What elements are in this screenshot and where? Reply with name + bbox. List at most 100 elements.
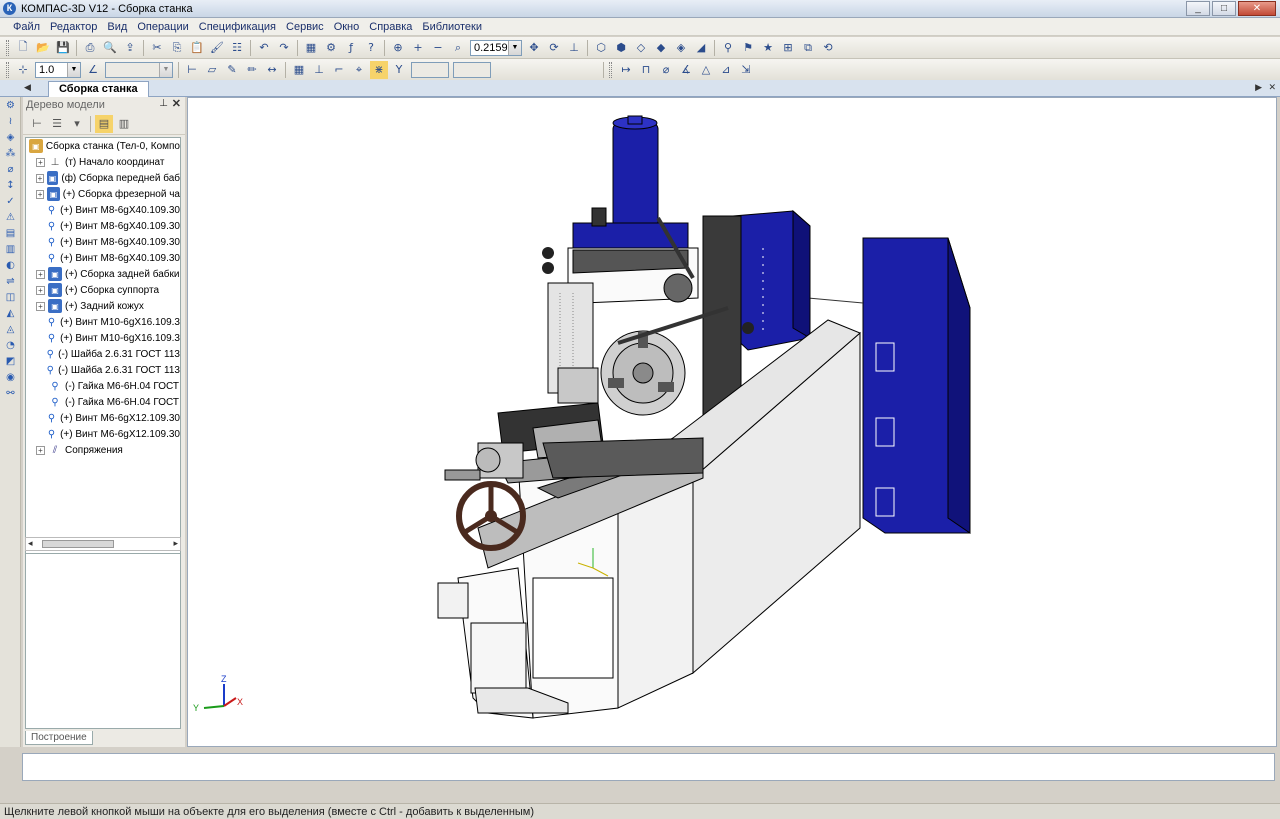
hidden-thin-icon[interactable]: ◇ bbox=[632, 39, 650, 57]
spec-icon[interactable]: ▤ bbox=[2, 226, 19, 241]
measure-diameter-icon[interactable]: ⌀ bbox=[657, 61, 675, 79]
orientation-icon[interactable]: ⊥ bbox=[565, 39, 583, 57]
expand-icon[interactable]: + bbox=[36, 173, 44, 183]
arrays-icon[interactable]: ⁂ bbox=[2, 146, 19, 161]
scroll-right-icon[interactable]: ▸ bbox=[173, 538, 178, 549]
chevron-down-icon[interactable]: ▼ bbox=[67, 62, 80, 77]
library-manager-icon[interactable]: ⚙ bbox=[322, 39, 340, 57]
measure-length-icon[interactable]: ⊓ bbox=[637, 61, 655, 79]
cut-operations-icon[interactable]: ◬ bbox=[2, 322, 19, 337]
check-collision-icon[interactable]: ⇲ bbox=[737, 61, 755, 79]
designations-icon[interactable]: ✓ bbox=[2, 194, 19, 209]
menu-specification[interactable]: Спецификация bbox=[194, 21, 281, 33]
grid-icon[interactable]: ▦ bbox=[290, 61, 308, 79]
zoom-scale-icon[interactable]: ⌕ bbox=[449, 39, 467, 57]
zoom-combo[interactable]: 0.2159 ▼ bbox=[470, 39, 522, 56]
tab-assembly[interactable]: Сборка станка bbox=[48, 81, 149, 97]
expand-icon[interactable]: + bbox=[36, 189, 45, 199]
toolbar-grip[interactable] bbox=[609, 61, 612, 78]
tree-item[interactable]: ⚲ (-) Гайка М6-6Н.04 ГОСТ bbox=[26, 378, 180, 394]
x-coordinate-field[interactable] bbox=[411, 61, 449, 78]
dimension-icon[interactable]: ↔ bbox=[263, 61, 281, 79]
fillet-icon[interactable]: ◔ bbox=[2, 338, 19, 353]
sheet-metal-icon[interactable]: ◫ bbox=[2, 290, 19, 305]
spatial-curves-icon[interactable]: ≀ bbox=[2, 114, 19, 129]
redo-icon[interactable]: ↷ bbox=[275, 39, 293, 57]
tree-item[interactable]: ⚲ (-) Шайба 2.6.31 ГОСТ 113 bbox=[26, 362, 180, 378]
tree-item[interactable]: + ▣ (+) Сборка суппорта bbox=[26, 282, 180, 298]
mates-icon[interactable]: ⇌ bbox=[2, 274, 19, 289]
tree-item[interactable]: + ▣ (+) Сборка задней бабки bbox=[26, 266, 180, 282]
minimize-button[interactable]: _ bbox=[1186, 1, 1210, 16]
toolbar-grip[interactable] bbox=[6, 39, 9, 56]
pan-icon[interactable]: ✥ bbox=[525, 39, 543, 57]
local-cs-icon[interactable]: ⊢ bbox=[183, 61, 201, 79]
edit-assembly-icon[interactable]: ⚙ bbox=[2, 98, 19, 113]
expand-icon[interactable]: + bbox=[36, 269, 45, 279]
chamfer-icon[interactable]: ◩ bbox=[2, 354, 19, 369]
menu-help[interactable]: Справка bbox=[364, 21, 417, 33]
expand-icon[interactable]: + bbox=[36, 285, 45, 295]
model-tree[interactable]: ▣ Сборка станка (Тел-0, Компо + ⊥ (т) Начало… bbox=[25, 137, 181, 557]
tabs-right-arrow-icon[interactable]: ▶ bbox=[1255, 82, 1262, 93]
tree-item[interactable]: ⚲ (-) Шайба 2.6.31 ГОСТ 113 bbox=[26, 346, 180, 362]
zoom-out-icon[interactable]: − bbox=[429, 39, 447, 57]
tree-item[interactable]: ⚲ (-) Гайка М6-6Н.04 ГОСТ bbox=[26, 394, 180, 410]
tree-horizontal-scrollbar[interactable]: ◂ ▸ bbox=[25, 537, 181, 551]
chevron-down-icon[interactable]: ▼ bbox=[508, 40, 521, 55]
pin-icon[interactable]: ⊥ bbox=[159, 98, 168, 109]
shaded-icon[interactable]: ◆ bbox=[652, 39, 670, 57]
tree-item[interactable]: ⚲ (+) Винт М6-6gX12.109.30 bbox=[26, 410, 180, 426]
properties-icon[interactable]: ☷ bbox=[228, 39, 246, 57]
tree-item[interactable]: + ▣ (+) Сборка фрезерной ча bbox=[26, 186, 180, 202]
tree-item[interactable]: ⚲ (+) Винт М10-6gX16.109.3 bbox=[26, 330, 180, 346]
cut-icon[interactable]: ✂ bbox=[148, 39, 166, 57]
edit-icon[interactable]: ✎ bbox=[223, 61, 241, 79]
step-icon[interactable]: ⊹ bbox=[14, 61, 32, 79]
expand-icon[interactable]: + bbox=[36, 157, 45, 167]
scroll-thumb[interactable] bbox=[42, 540, 114, 548]
shaded-edges-icon[interactable]: ◈ bbox=[672, 39, 690, 57]
highlight-icon[interactable]: ★ bbox=[759, 39, 777, 57]
tree-item[interactable]: ⚲ (+) Винт М8-6gX40.109.30 bbox=[26, 250, 180, 266]
axis-icon[interactable]: ⊥ bbox=[310, 61, 328, 79]
y-coordinate-field[interactable] bbox=[453, 61, 491, 78]
tree-item[interactable]: + ⊥ (т) Начало координат bbox=[26, 154, 180, 170]
scroll-left-icon[interactable]: ◂ bbox=[28, 538, 33, 549]
tree-item[interactable]: ⚲ (+) Винт М8-6gX40.109.30 bbox=[26, 218, 180, 234]
measure-distance-icon[interactable]: ↦ bbox=[617, 61, 635, 79]
format-painter-icon[interactable]: 🖌 bbox=[208, 39, 226, 57]
library-icon[interactable]: ⊞ bbox=[779, 39, 797, 57]
measure-area-icon[interactable]: △ bbox=[697, 61, 715, 79]
tabs-close-icon[interactable]: ✕ bbox=[1268, 82, 1276, 93]
section-icon[interactable]: ◭ bbox=[2, 306, 19, 321]
zoom-in-icon[interactable]: + bbox=[409, 39, 427, 57]
sketch-icon[interactable]: ✏ bbox=[243, 61, 261, 79]
menu-operations[interactable]: Операции bbox=[132, 21, 193, 33]
menu-libraries[interactable]: Библиотеки bbox=[417, 21, 487, 33]
tree-item[interactable]: ▣ Сборка станка (Тел-0, Компо bbox=[26, 138, 180, 154]
plane-icon[interactable]: ▱ bbox=[203, 61, 221, 79]
undo-icon[interactable]: ↶ bbox=[255, 39, 273, 57]
elements-icon[interactable]: ◐ bbox=[2, 258, 19, 273]
expand-icon[interactable]: + bbox=[36, 301, 45, 311]
chevron-down-icon[interactable]: ▼ bbox=[159, 62, 172, 77]
snap-point-icon[interactable]: ⌖ bbox=[350, 61, 368, 79]
snap-icon[interactable]: ⚑ bbox=[739, 39, 757, 57]
print-preview-icon[interactable]: 🔍 bbox=[101, 39, 119, 57]
close-button[interactable]: ✕ bbox=[1238, 1, 1276, 16]
menu-editor[interactable]: Редактор bbox=[45, 21, 102, 33]
expand-icon[interactable]: + bbox=[36, 445, 45, 455]
copy-icon[interactable]: ⎘ bbox=[168, 39, 186, 57]
coordinates-icon[interactable]: Y bbox=[390, 61, 408, 79]
export-icon[interactable]: ⇪ bbox=[121, 39, 139, 57]
tree-options-icon[interactable]: ▾ bbox=[68, 115, 86, 133]
tab-construction[interactable]: Построение bbox=[25, 731, 93, 745]
tree-list-icon[interactable]: ▥ bbox=[115, 115, 133, 133]
new-document-icon[interactable]: 🗋 bbox=[14, 39, 32, 57]
refresh-icon[interactable]: ⟲ bbox=[819, 39, 837, 57]
menu-file[interactable]: Файл bbox=[8, 21, 45, 33]
angle-combo[interactable]: ▼ bbox=[105, 61, 173, 78]
hidden-lines-icon[interactable]: ⬢ bbox=[612, 39, 630, 57]
active-snap-icon[interactable]: ⋇ bbox=[370, 60, 388, 79]
